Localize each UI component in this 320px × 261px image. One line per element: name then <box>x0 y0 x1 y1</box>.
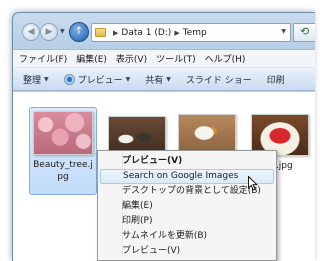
address-bar[interactable]: ▶ Data 1 (D:) ▶ Temp ▼ <box>91 23 291 42</box>
menu-help[interactable]: ヘルプ(H) <box>205 52 246 65</box>
folder-icon <box>95 28 106 37</box>
share-button[interactable]: 共有 ▼ <box>145 73 171 86</box>
recent-pages-chevron-down-icon[interactable]: ▼ <box>60 28 65 35</box>
image-thumbnail <box>33 111 93 155</box>
file-name: Beauty_tree.jpg <box>33 160 93 182</box>
slideshow-button[interactable]: スライド ショー <box>186 73 252 86</box>
preview-label: プレビュー <box>77 75 123 86</box>
address-chevron-down-icon[interactable]: ▼ <box>281 28 286 35</box>
navigation-bar: ◀ ▶ ▼ ↑ ▶ Data 1 (D:) ▶ Temp ▼ ⟲ <box>13 13 315 49</box>
menu-tools[interactable]: ツール(T) <box>156 52 196 65</box>
context-menu-item-preview-2[interactable]: プレビュー(V) <box>100 244 274 259</box>
up-folder-button[interactable]: ↑ <box>69 22 89 42</box>
menu-bar: ファイル(F) 編集(E) 表示(V) ツール(T) ヘルプ(H) <box>13 49 315 67</box>
print-button[interactable]: 印刷 <box>267 73 285 86</box>
breadcrumb-folder[interactable]: Temp <box>183 28 207 38</box>
chevron-down-icon: ▼ <box>125 75 131 83</box>
menu-file[interactable]: ファイル(F) <box>19 52 67 65</box>
chevron-down-icon: ▼ <box>44 75 49 83</box>
share-label: 共有 <box>145 75 164 86</box>
menu-edit[interactable]: 編集(E) <box>76 52 107 65</box>
forward-button[interactable]: ▶ <box>40 23 58 41</box>
menu-view[interactable]: 表示(V) <box>116 52 147 65</box>
refresh-button[interactable]: ⟲ <box>293 23 315 42</box>
organize-label: 整理 <box>23 75 42 86</box>
context-menu-item-print[interactable]: 印刷(P) <box>100 214 274 229</box>
preview-icon <box>63 73 75 85</box>
file-item-beauty-tree[interactable]: Beauty_tree.jpg <box>29 107 97 195</box>
breadcrumb-separator[interactable]: ▶ <box>113 29 118 37</box>
back-button[interactable]: ◀ <box>22 23 40 41</box>
context-menu-item-refresh-thumbnail[interactable]: サムネイルを更新(B) <box>100 229 274 244</box>
context-menu-item-edit[interactable]: 編集(E) <box>100 199 274 214</box>
context-menu-item-preview[interactable]: プレビュー(V) <box>100 154 274 169</box>
mouse-cursor-icon <box>248 176 258 191</box>
breadcrumb-drive[interactable]: Data 1 (D:) <box>121 28 171 38</box>
organize-button[interactable]: 整理 ▼ <box>23 73 49 86</box>
chevron-down-icon: ▼ <box>166 75 171 83</box>
context-menu: プレビュー(V) Search on Google Images デスクトップの… <box>97 150 277 261</box>
breadcrumb-separator[interactable]: ▶ <box>174 29 179 37</box>
preview-button[interactable]: プレビュー ▼ <box>63 73 131 86</box>
command-toolbar: 整理 ▼ プレビュー ▼ 共有 ▼ スライド ショー 印刷 <box>13 67 315 91</box>
